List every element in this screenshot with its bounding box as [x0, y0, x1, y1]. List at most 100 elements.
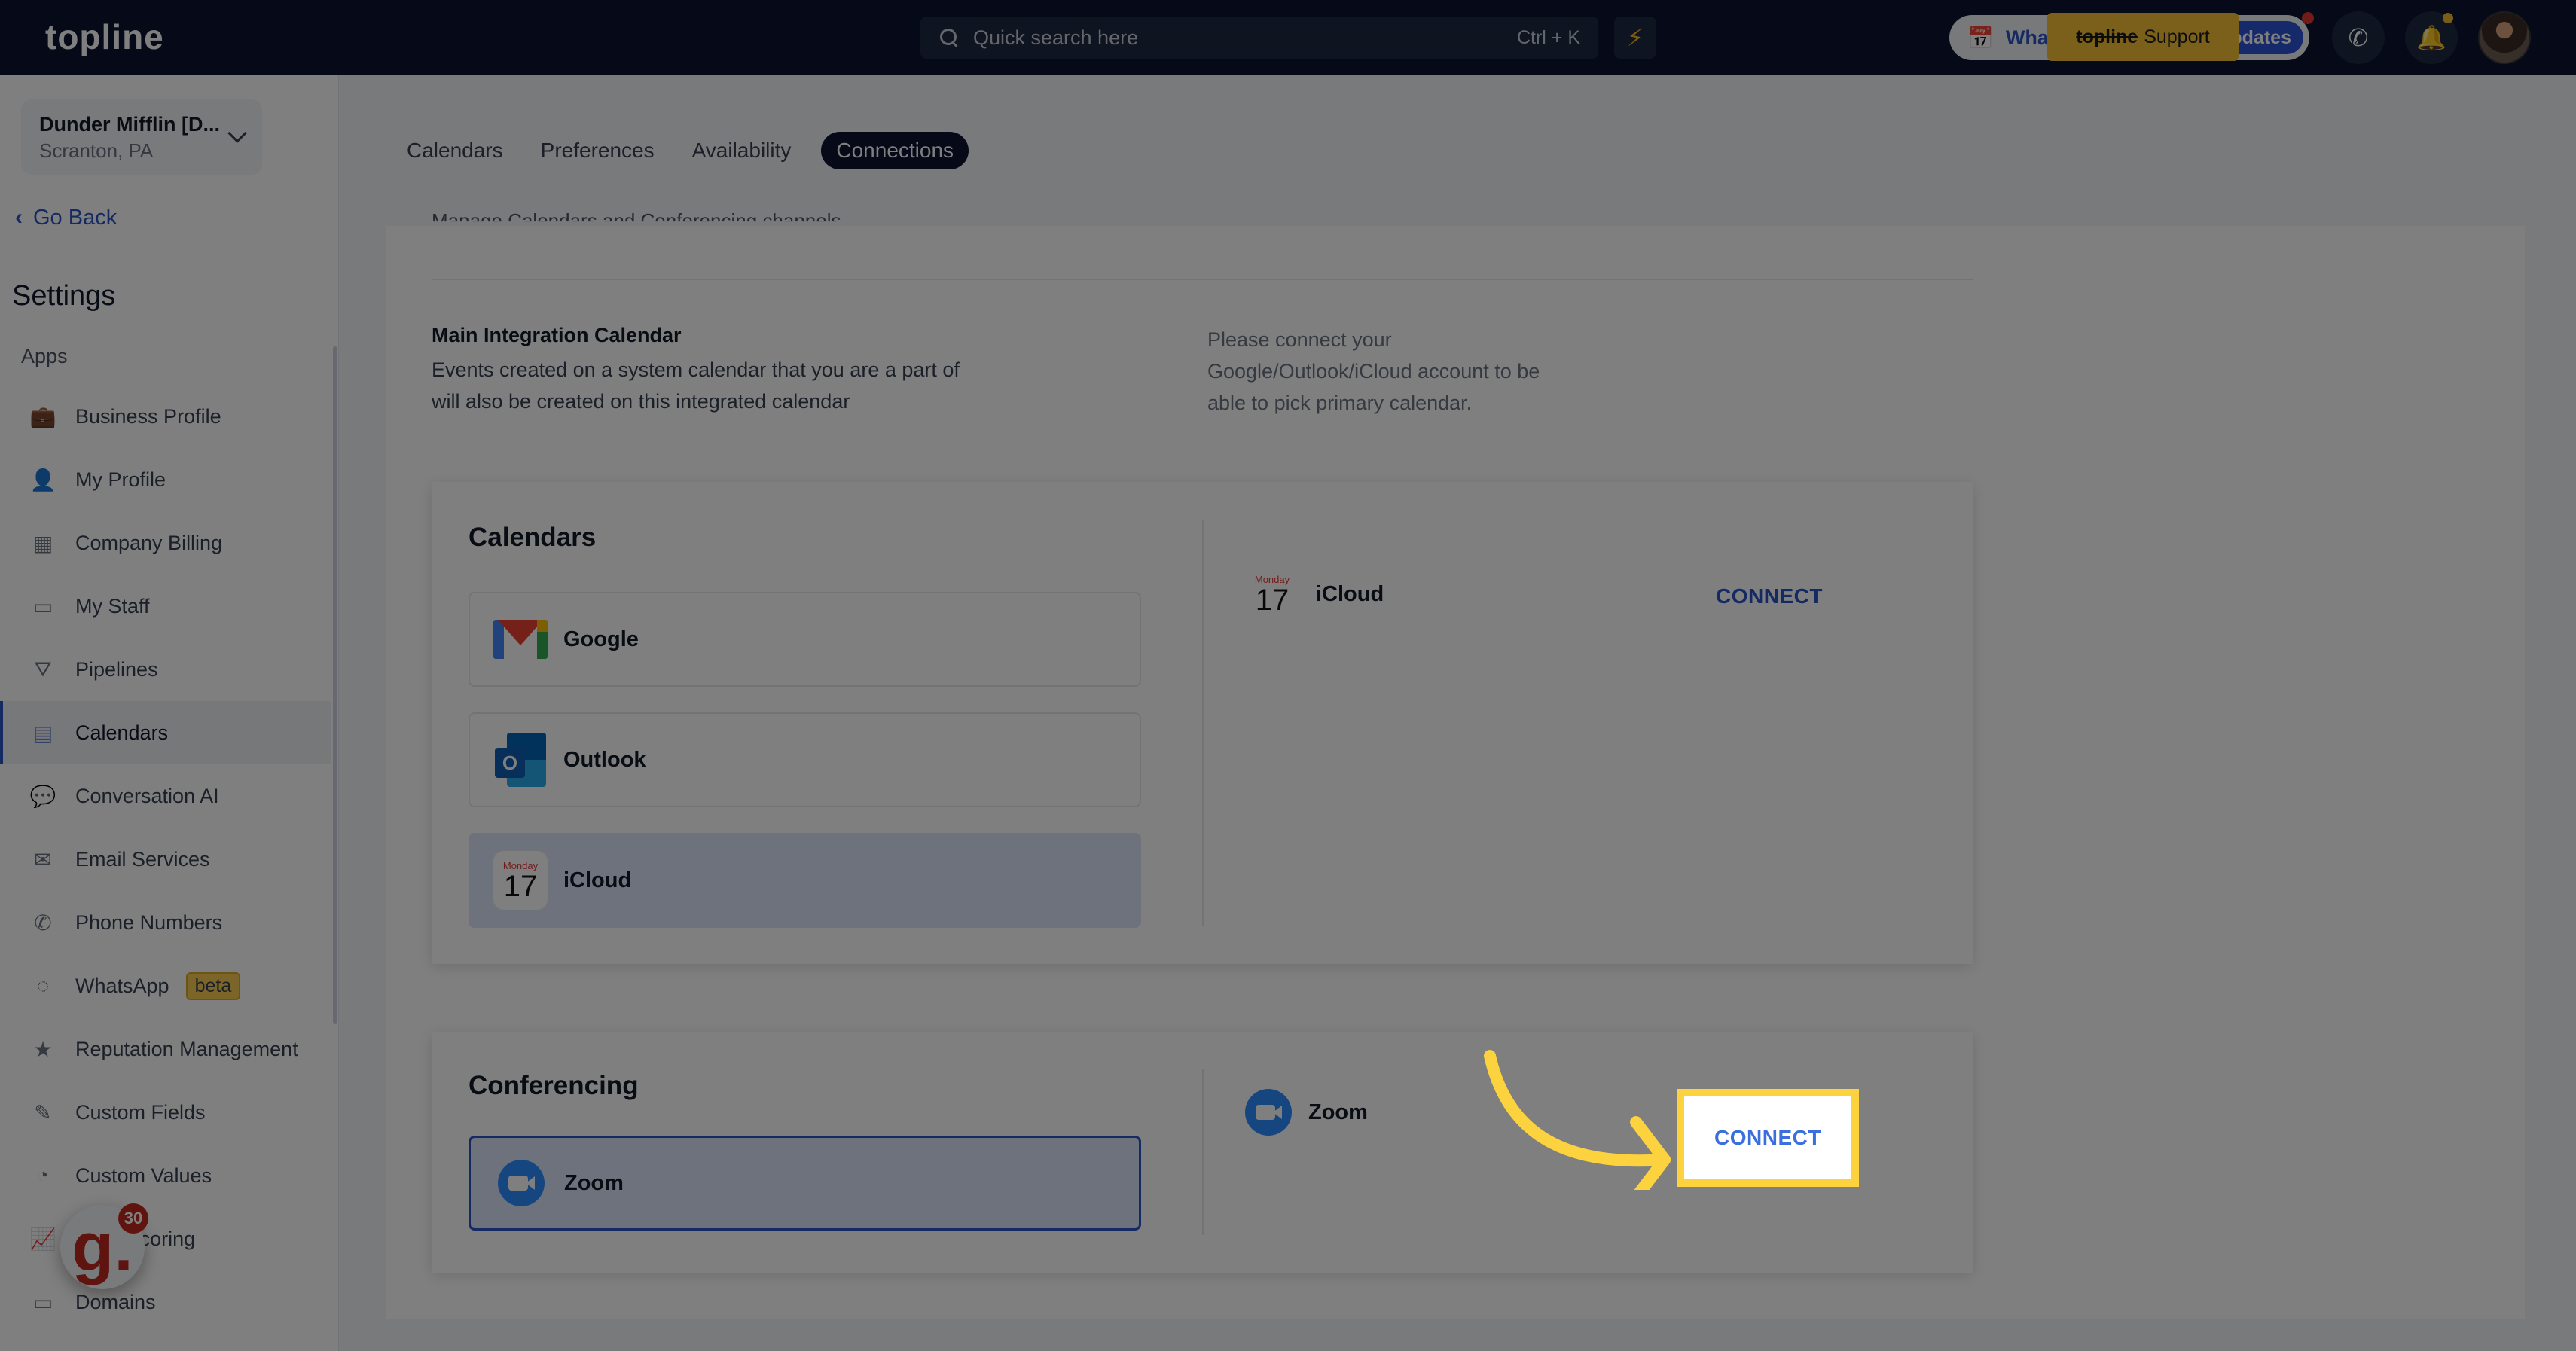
sidebar-item-whatsapp[interactable]: ◌ WhatsApp beta [0, 954, 331, 1017]
sidebar-item-my-profile[interactable]: 👤 My Profile [0, 448, 331, 511]
icloud-connect-button[interactable]: CONNECT [1716, 584, 1823, 608]
calculator-icon: ▦ [32, 531, 53, 555]
filter-list-icon: ⛛ [34, 657, 52, 681]
sidebar-item-label: Calendars [75, 721, 169, 744]
sidebar-item-label: Pipelines [75, 657, 158, 681]
app-logo[interactable]: topline [45, 17, 164, 57]
provider-icloud[interactable]: Monday 17 iCloud [469, 833, 1141, 928]
settings-tabs: Calendars Preferences Availability Conne… [384, 127, 987, 175]
sidebar-item-custom-fields[interactable]: ✎ Custom Fields [0, 1081, 331, 1144]
widget-badge: 30 [118, 1203, 148, 1234]
sidebar-item-calendars[interactable]: ▤ Calendars [0, 701, 331, 764]
sidebar-item-domains[interactable]: ▭ Domains [0, 1270, 331, 1334]
sidebar-item-label: Email Services [75, 847, 210, 871]
notification-dot [2443, 13, 2453, 23]
provider-outlook[interactable]: O Outlook [469, 712, 1141, 807]
user-avatar[interactable] [2478, 11, 2531, 64]
sidebar-item-company-billing[interactable]: ▦ Company Billing [0, 511, 331, 575]
provider-zoom[interactable]: Zoom [469, 1136, 1141, 1231]
pie-chart-icon: ◔ [36, 1163, 50, 1187]
zoom-icon [493, 1155, 549, 1211]
sidebar-item-my-staff[interactable]: ▭ My Staff [0, 575, 331, 638]
sidebar-item-label: Phone Numbers [75, 910, 223, 934]
provider-label: Zoom [564, 1170, 624, 1195]
sidebar-item-pipelines[interactable]: ⛛ Pipelines [0, 638, 331, 701]
sidebar-scrollbar[interactable] [333, 346, 337, 1024]
search-icon [939, 27, 960, 48]
outlook-icon: O [493, 732, 548, 788]
briefcase-icon: 💼 [29, 404, 56, 428]
icloud-detail: Monday 17 iCloud [1245, 565, 1384, 624]
sidebar-item-label: Domains [75, 1290, 156, 1313]
sidebar-item-lead-scoring[interactable]: 📈Lead Scoring [0, 1207, 331, 1270]
calendar-megaphone-icon: 📅 [1967, 26, 1994, 50]
envelope-icon: ✉ [34, 847, 52, 871]
sidebar-item-label: My Staff [75, 594, 150, 618]
conferencing-card-title: Conferencing [469, 1071, 639, 1100]
support-tooltip: topline Support [2047, 13, 2239, 61]
inbox-icon: ▭ [32, 594, 53, 618]
quick-search-input[interactable]: Quick search here Ctrl + K [920, 17, 1598, 59]
phone-icon: ✆ [34, 910, 52, 935]
star-sparkle-icon: ★ [33, 1037, 53, 1061]
calendar-number: 17 [503, 869, 538, 903]
zoom-connect-button[interactable]: CONNECT [1677, 1089, 1859, 1187]
detail-label: Zoom [1308, 1099, 1368, 1124]
sidebar-item-phone-numbers[interactable]: ✆ Phone Numbers [0, 891, 331, 954]
divider [432, 279, 1973, 280]
provider-google[interactable]: Google [469, 592, 1141, 687]
zoom-detail: Zoom [1245, 1089, 1368, 1136]
settings-title: Settings [12, 280, 116, 312]
sidebar: Dunder Mifflin [D... Scranton, PA ‹ Go B… [0, 75, 339, 1351]
phone-icon: ✆ [2348, 24, 2369, 51]
search-shortcut: Ctrl + K [1516, 26, 1580, 48]
notification-dot [2302, 12, 2314, 24]
chat-bubbles-icon: 💬 [29, 784, 56, 808]
go-back-link[interactable]: ‹ Go Back [15, 205, 117, 230]
location-switcher[interactable]: Dunder Mifflin [D... Scranton, PA [21, 99, 262, 175]
browser-window-icon: ▭ [32, 1290, 53, 1314]
chevron-left-icon: ‹ [15, 205, 23, 230]
sidebar-item-reputation-management[interactable]: ★ Reputation Management [0, 1017, 331, 1081]
zoom-icon [1245, 1089, 1292, 1136]
notifications-button[interactable]: 🔔 [2405, 11, 2458, 64]
tab-preferences[interactable]: Preferences [541, 139, 655, 163]
provider-label: iCloud [563, 868, 632, 892]
icloud-calendar-icon: Monday 17 [1245, 565, 1299, 624]
integration-calendar-title: Main Integration Calendar [432, 324, 682, 346]
support-label: Support [2144, 26, 2210, 47]
tab-calendars[interactable]: Calendars [407, 139, 503, 163]
phone-button[interactable]: ✆ [2332, 11, 2385, 64]
sidebar-item-custom-values[interactable]: ◔ Custom Values [0, 1144, 331, 1207]
provider-label: Outlook [563, 747, 646, 772]
beta-badge: beta [185, 971, 241, 1000]
support-brand: topline [2076, 26, 2138, 47]
sidebar-item-label: WhatsApp [75, 974, 169, 997]
top-bar: topline Quick search here Ctrl + K ⚡ 📅 W… [0, 0, 2576, 75]
calendar-number: 17 [1255, 583, 1290, 617]
calendars-card: Calendars Google O Outlook Monday 17 iClo… [432, 482, 1973, 964]
sidebar-item-business-profile[interactable]: 💼 Business Profile [0, 385, 331, 448]
column-divider [1202, 1069, 1204, 1235]
bell-icon: 🔔 [2416, 24, 2446, 51]
sidebar-item-label: Business Profile [75, 404, 221, 428]
quick-actions-button[interactable]: ⚡ [1614, 17, 1656, 59]
edit-field-icon: ✎ [34, 1100, 52, 1124]
gmail-icon [493, 611, 548, 667]
tab-availability[interactable]: Availability [692, 139, 792, 163]
provider-label: Google [563, 627, 639, 651]
sidebar-item-label: Custom Fields [75, 1100, 206, 1124]
sidebar-item-label: Reputation Management [75, 1037, 298, 1060]
location-sub: Scranton, PA [39, 139, 154, 162]
sidebar-item-email-services[interactable]: ✉ Email Services [0, 828, 331, 891]
sidebar-item-label: Custom Values [75, 1163, 212, 1187]
zoom-connect-label: CONNECT [1714, 1126, 1821, 1149]
tab-connections[interactable]: Connections [821, 132, 969, 169]
sidebar-item-label: My Profile [75, 468, 166, 491]
sidebar-item-label: Company Billing [75, 531, 223, 554]
calendar-icon: ▤ [32, 721, 53, 745]
go-back-label: Go Back [33, 205, 118, 230]
column-divider [1202, 520, 1204, 926]
sidebar-item-conversation-ai[interactable]: 💬 Conversation AI [0, 764, 331, 828]
integration-calendar-hint: Please connect your Google/Outlook/iClou… [1207, 328, 1540, 414]
